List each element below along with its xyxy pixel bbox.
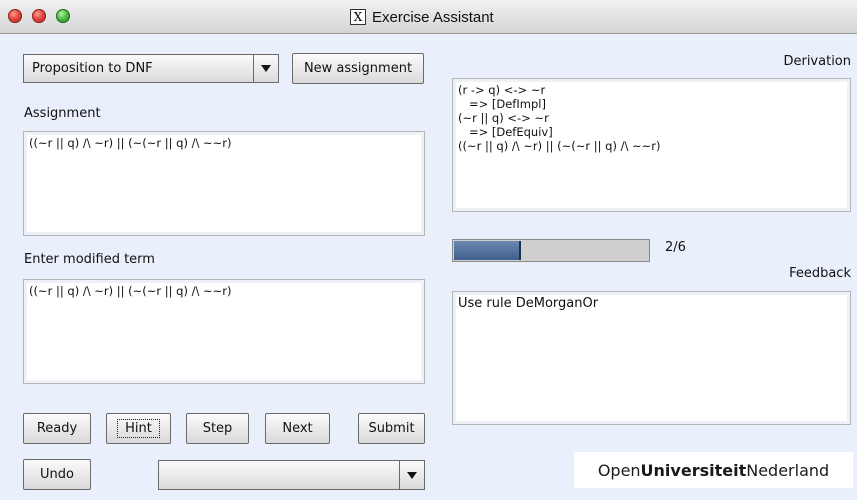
undo-button[interactable]: Undo bbox=[23, 459, 91, 490]
modified-term-textarea[interactable]: ((~r || q) /\ ~r) || (~(~r || q) /\ ~~r) bbox=[23, 279, 425, 384]
main-content: Proposition to DNF New assignment Assign… bbox=[0, 34, 857, 500]
logo-part-nederland: Nederland bbox=[746, 460, 830, 480]
progress-bar bbox=[452, 239, 650, 262]
undo-button-label: Undo bbox=[40, 467, 74, 482]
open-universiteit-logo: Open Universiteit Nederland bbox=[574, 452, 853, 488]
zoom-window-icon[interactable] bbox=[56, 9, 70, 23]
logo-part-open: Open bbox=[597, 460, 641, 480]
derivation-label: Derivation bbox=[783, 54, 851, 69]
step-button-label: Step bbox=[202, 421, 233, 436]
x11-app-icon: X bbox=[350, 9, 366, 25]
assignment-label: Assignment bbox=[24, 106, 101, 121]
submit-button[interactable]: Submit bbox=[358, 413, 425, 444]
new-assignment-button[interactable]: New assignment bbox=[292, 53, 424, 84]
progress-bar-fill bbox=[454, 241, 521, 260]
step-button[interactable]: Step bbox=[186, 413, 249, 444]
modified-term-label: Enter modified term bbox=[24, 252, 155, 267]
feedback-label: Feedback bbox=[789, 266, 851, 281]
minimize-window-icon[interactable] bbox=[32, 9, 46, 23]
next-button-label: Next bbox=[282, 421, 313, 436]
hint-button[interactable]: Hint bbox=[106, 413, 171, 444]
ready-button[interactable]: Ready bbox=[23, 413, 91, 444]
window-title: Exercise Assistant bbox=[372, 8, 494, 26]
chevron-down-icon[interactable] bbox=[399, 461, 424, 489]
derivation-textarea[interactable]: (r -> q) <-> ~r => [DefImpl] (~r || q) <… bbox=[452, 78, 851, 212]
undo-history-dropdown[interactable] bbox=[158, 460, 425, 490]
close-window-icon[interactable] bbox=[8, 9, 22, 23]
submit-button-label: Submit bbox=[368, 421, 415, 436]
next-button[interactable]: Next bbox=[265, 413, 330, 444]
title-bar: X Exercise Assistant bbox=[0, 0, 857, 34]
feedback-textarea[interactable]: Use rule DeMorganOr bbox=[452, 291, 851, 425]
assignment-textarea[interactable]: ((~r || q) /\ ~r) || (~(~r || q) /\ ~~r) bbox=[23, 131, 425, 236]
progress-text: 2/6 bbox=[665, 240, 686, 255]
logo-part-universiteit: Universiteit bbox=[640, 460, 747, 480]
exercise-type-dropdown[interactable]: Proposition to DNF bbox=[23, 54, 279, 83]
hint-button-label: Hint bbox=[117, 419, 160, 438]
chevron-down-icon[interactable] bbox=[253, 55, 278, 82]
exercise-type-value: Proposition to DNF bbox=[32, 61, 153, 76]
ready-button-label: Ready bbox=[36, 421, 78, 436]
window-title-group: X Exercise Assistant bbox=[350, 7, 494, 27]
new-assignment-label: New assignment bbox=[303, 61, 413, 76]
